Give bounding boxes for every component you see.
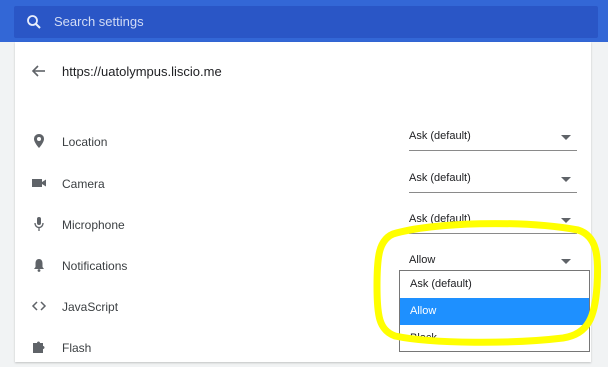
permission-label: Flash	[62, 341, 92, 355]
site-url: https://uatolympus.liscio.me	[62, 64, 222, 79]
permission-label: Camera	[62, 177, 105, 191]
arrow-left-icon[interactable]	[31, 63, 47, 79]
permission-row-camera: Camera Ask (default)	[15, 163, 591, 203]
select-value: Allow	[409, 254, 436, 266]
permission-label: Location	[62, 135, 108, 149]
location-pin-icon	[34, 134, 44, 148]
chevron-down-icon	[561, 135, 571, 140]
microphone-icon	[34, 217, 44, 231]
microphone-select[interactable]: Ask (default)	[409, 211, 577, 234]
code-brackets-icon	[31, 301, 47, 311]
permission-row-location: Location Ask (default)	[15, 121, 591, 161]
notifications-dropdown-list[interactable]: Ask (default) Allow Block	[399, 270, 590, 352]
chevron-down-icon	[561, 218, 571, 223]
option-allow[interactable]: Allow	[400, 298, 589, 325]
top-bar: Search settings	[0, 0, 608, 42]
puzzle-piece-icon	[33, 341, 45, 353]
select-value: Ask (default)	[409, 130, 471, 142]
chevron-down-icon	[561, 259, 571, 264]
permission-row-microphone: Microphone Ask (default)	[15, 204, 591, 244]
option-ask-default[interactable]: Ask (default)	[400, 271, 589, 298]
camera-icon	[32, 179, 46, 187]
camera-select[interactable]: Ask (default)	[409, 170, 577, 193]
location-select[interactable]: Ask (default)	[409, 128, 577, 151]
permission-label: Notifications	[62, 259, 128, 273]
search-icon	[27, 15, 41, 29]
option-block[interactable]: Block	[400, 325, 589, 352]
select-value: Ask (default)	[409, 213, 471, 225]
bell-icon	[34, 259, 44, 272]
chevron-down-icon	[561, 177, 571, 182]
permission-label: JavaScript	[62, 300, 119, 314]
search-input[interactable]: Search settings	[14, 6, 598, 38]
select-value: Ask (default)	[409, 172, 471, 184]
permission-label: Microphone	[62, 218, 125, 232]
search-placeholder: Search settings	[54, 14, 144, 29]
